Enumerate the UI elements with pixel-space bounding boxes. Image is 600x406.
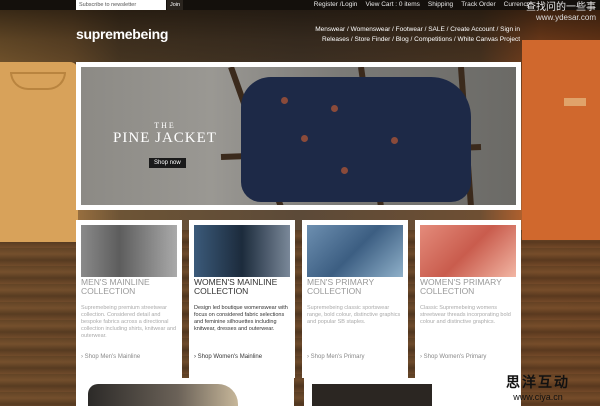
nav-sale[interactable]: SALE xyxy=(428,26,445,33)
hero-title-main: PINE JACKET xyxy=(113,130,217,146)
card-mens-mainline[interactable]: MEN'S MAINLINE COLLECTION Supremebeing p… xyxy=(76,220,182,378)
shop-link-label: Shop Women's Primary xyxy=(423,354,487,360)
view-cart-link[interactable]: View Cart : 0 items xyxy=(365,0,419,10)
nav-menswear[interactable]: Menswear xyxy=(315,26,345,33)
shop-now-button[interactable]: Shop now xyxy=(149,158,186,168)
nav-competitions[interactable]: Competitions xyxy=(414,36,452,43)
track-order-link[interactable]: Track Order xyxy=(461,0,495,10)
nav-womenswear[interactable]: Womenswear xyxy=(351,26,391,33)
hero-banner[interactable]: THE PINE JACKET Shop now xyxy=(76,62,521,210)
jacket-button xyxy=(341,167,348,174)
register-login-link[interactable]: Register /Login xyxy=(314,0,358,10)
card-description: Classic Supremebeing womens streetwear t… xyxy=(420,305,511,325)
join-button[interactable]: Join xyxy=(167,0,183,10)
card-description: Supremebeing classic sportswear range, b… xyxy=(307,305,401,325)
main-nav: Menswear / Womenswear / Footwear / SALE … xyxy=(315,26,521,43)
hero-title: THE PINE JACKET xyxy=(105,121,225,147)
card-title: MEN'S MAINLINE COLLECTION xyxy=(81,277,150,296)
shoe-image xyxy=(88,384,238,406)
nav-blog[interactable]: Blog xyxy=(396,36,409,43)
footer-watermark-url: www.ciya.cn xyxy=(513,392,563,402)
hero-image: THE PINE JACKET Shop now xyxy=(81,67,516,205)
promo-secondary[interactable] xyxy=(304,378,521,406)
watermark-url: www.ydesar.com xyxy=(535,13,596,22)
jacket-button xyxy=(301,135,308,142)
shop-link[interactable]: › Shop Men's Primary xyxy=(307,354,365,360)
shop-link[interactable]: › Shop Women's Mainline xyxy=(194,354,262,360)
shop-link-label: Shop Men's Primary xyxy=(310,354,365,360)
card-image xyxy=(420,225,516,277)
card-image xyxy=(81,225,177,277)
card-description: Design led boutique womenswear with focu… xyxy=(194,305,288,332)
card-title: WOMEN'S MAINLINE COLLECTION xyxy=(194,277,278,296)
card-title: MEN'S PRIMARY COLLECTION xyxy=(307,277,374,296)
nav-releases[interactable]: Releases xyxy=(322,36,349,43)
card-image xyxy=(307,225,403,277)
bottom-promos xyxy=(76,378,521,406)
jacket-button xyxy=(331,105,338,112)
shop-link[interactable]: › Shop Men's Mainline xyxy=(81,354,140,360)
nav-create-account[interactable]: Create Account xyxy=(450,26,494,33)
newsletter-input[interactable]: Subscribe to newsletter xyxy=(76,0,166,10)
trouser-label xyxy=(564,98,586,106)
top-links: Register /Login View Cart : 0 items Ship… xyxy=(314,0,530,10)
shop-link-label: Shop Women's Mainline xyxy=(197,354,263,360)
sweater-neckline xyxy=(10,72,66,90)
jacket-image xyxy=(241,77,471,202)
nav-white-canvas-project[interactable]: White Canvas Project xyxy=(458,36,521,43)
footer-watermark-text: 思洋互动 xyxy=(506,374,570,390)
watermark: 查找问的一些事 www.ydesar.com xyxy=(526,3,596,23)
collection-cards: MEN'S MAINLINE COLLECTION Supremebeing p… xyxy=(76,220,521,378)
top-bar: Subscribe to newsletter Join Register /L… xyxy=(0,0,600,10)
shop-link[interactable]: › Shop Women's Primary xyxy=(420,354,486,360)
nav-footwear[interactable]: Footwear xyxy=(396,26,423,33)
site-logo[interactable]: supremebeing xyxy=(76,26,168,42)
nav-sign-in[interactable]: Sign in xyxy=(500,26,520,33)
shipping-link[interactable]: Shipping xyxy=(428,0,453,10)
promo-footwear[interactable] xyxy=(76,378,294,406)
card-description: Supremebeing premium streetwear collecti… xyxy=(81,305,177,339)
trousers-background-image xyxy=(522,40,600,240)
card-womens-mainline[interactable]: WOMEN'S MAINLINE COLLECTION Design led b… xyxy=(189,220,295,378)
sweater-background-image xyxy=(0,62,78,242)
promo-image xyxy=(312,384,432,406)
hero-title-prefix: THE xyxy=(154,121,176,130)
footer-watermark: 思洋互动 www.ciya.cn xyxy=(506,372,570,402)
card-title: WOMEN'S PRIMARY COLLECTION xyxy=(420,277,502,296)
jacket-button xyxy=(281,97,288,104)
watermark-text: 查找问的一些事 xyxy=(526,2,596,13)
jacket-button xyxy=(391,137,398,144)
nav-store-finder[interactable]: Store Finder xyxy=(355,36,391,43)
card-womens-primary[interactable]: WOMEN'S PRIMARY COLLECTION Classic Supre… xyxy=(415,220,521,378)
shop-link-label: Shop Men's Mainline xyxy=(84,354,141,360)
card-mens-primary[interactable]: MEN'S PRIMARY COLLECTION Supremebeing cl… xyxy=(302,220,408,378)
card-image xyxy=(194,225,290,277)
